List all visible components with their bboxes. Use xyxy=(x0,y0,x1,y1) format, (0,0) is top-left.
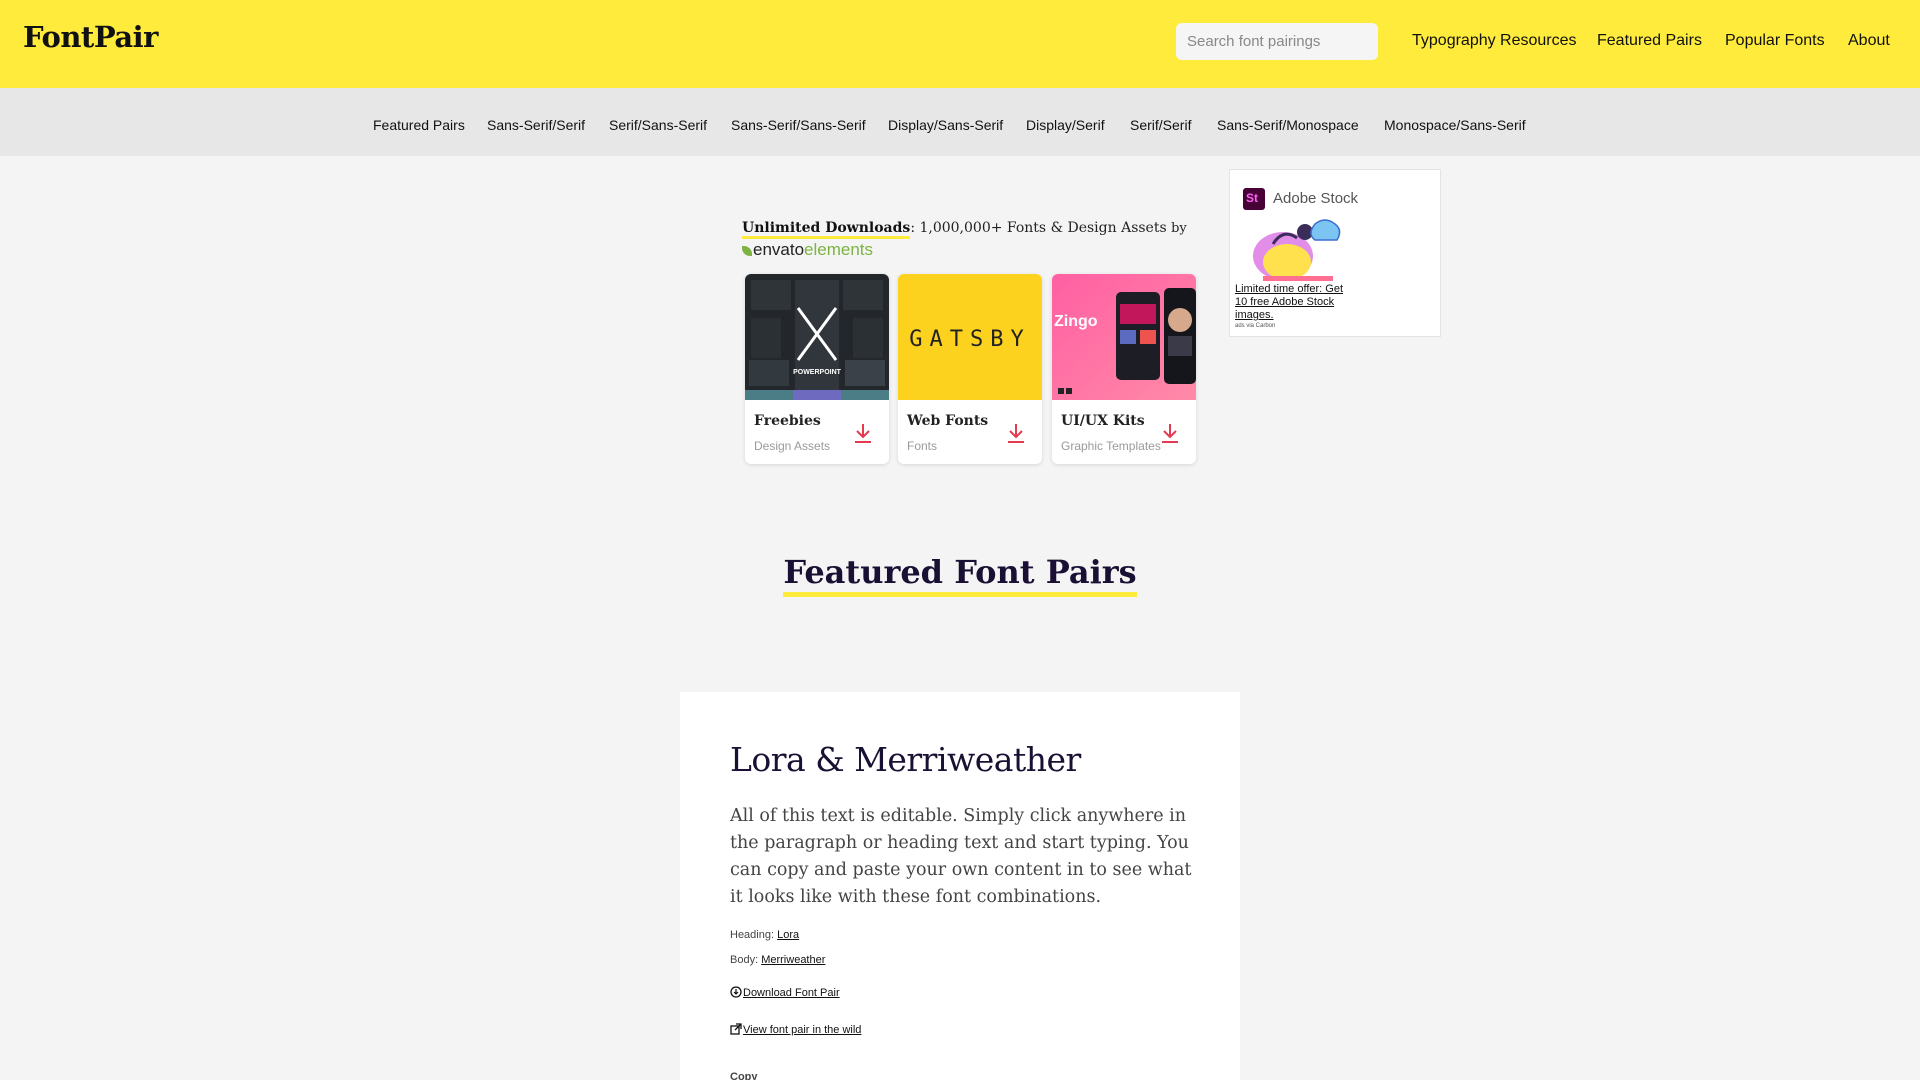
category-display-serif[interactable]: Display/Serif xyxy=(1026,117,1105,133)
card-title: Web Fonts xyxy=(907,413,989,429)
heading-font-info: Heading: Lora xyxy=(730,929,799,941)
category-sans-serif-serif[interactable]: Sans-Serif/Serif xyxy=(487,117,585,133)
ad-via-carbon[interactable]: ads via Carbon xyxy=(1235,323,1275,329)
envato-leaf-icon xyxy=(742,246,752,256)
heading-font-label: Heading: xyxy=(730,929,775,941)
promo-card-ui-ux-kits[interactable]: Zingo UI/UX Kits Graphic Templates xyxy=(1052,274,1196,464)
download-icon[interactable] xyxy=(1006,422,1026,444)
nav-featured-pairs[interactable]: Featured Pairs xyxy=(1597,32,1702,50)
category-monospace-sans-serif[interactable]: Monospace/Sans-Serif xyxy=(1384,117,1526,133)
ad-brand-name: Adobe Stock xyxy=(1273,190,1359,207)
external-link-icon xyxy=(730,1023,742,1035)
promo-unlimited-downloads-link[interactable]: Unlimited Downloads xyxy=(742,220,911,239)
featured-font-pairs-heading: Featured Font Pairs xyxy=(783,552,1137,597)
download-icon[interactable] xyxy=(853,422,873,444)
category-sans-serif-sans-serif[interactable]: Sans-Serif/Sans-Serif xyxy=(731,117,866,133)
ui-ux-kits-thumbnail: Zingo xyxy=(1052,274,1196,400)
card-subtitle: Design Assets xyxy=(754,439,831,453)
nav-typography-resources[interactable]: Typography Resources xyxy=(1412,32,1577,50)
envato-elements-logo[interactable]: envatoelements xyxy=(742,240,873,260)
pair-body-text[interactable]: All of this text is editable. Simply cli… xyxy=(730,803,1200,911)
category-serif-sans-serif[interactable]: Serif/Sans-Serif xyxy=(609,117,707,133)
promo-headline-rest: : 1,000,000+ Fonts & Design Assets xyxy=(910,220,1167,236)
category-sans-serif-monospace[interactable]: Sans-Serif/Monospace xyxy=(1217,117,1359,133)
heading-font-link[interactable]: Lora xyxy=(777,929,799,941)
category-bar: Featured Pairs Sans-Serif/Serif Serif/Sa… xyxy=(0,88,1920,156)
site-logo[interactable]: FontPair xyxy=(23,20,158,54)
ui-ux-kits-image-text: Zingo xyxy=(1054,313,1098,330)
category-featured-pairs[interactable]: Featured Pairs xyxy=(373,117,465,133)
pair-heading[interactable]: Lora & Merriweather xyxy=(730,740,1081,779)
adobe-stock-logo-icon: St xyxy=(1243,188,1265,210)
freebies-thumbnail: POWERPOINT xyxy=(745,274,889,400)
adobe-stock-logo-text: St xyxy=(1246,191,1258,205)
download-icon[interactable] xyxy=(1160,422,1180,444)
body-font-link[interactable]: Merriweather xyxy=(761,954,825,966)
card-title: UI/UX Kits xyxy=(1061,413,1145,429)
download-font-pair-link[interactable]: Download Font Pair xyxy=(743,987,840,999)
body-font-info: Body: Merriweather xyxy=(730,954,825,966)
category-serif-serif[interactable]: Serif/Serif xyxy=(1130,117,1191,133)
download-circle-icon xyxy=(730,986,742,998)
category-display-sans-serif[interactable]: Display/Sans-Serif xyxy=(888,117,1003,133)
view-in-wild[interactable]: View font pair in the wild xyxy=(730,1023,861,1036)
freebies-image-text: POWERPOINT xyxy=(793,369,842,376)
section-title: Featured Font Pairs xyxy=(0,552,1920,597)
envato-logo-part2: elements xyxy=(804,240,874,259)
promo-by: by xyxy=(1171,221,1187,236)
promo-headline: Unlimited Downloads: 1,000,000+ Fonts & … xyxy=(742,220,1187,239)
card-subtitle: Graphic Templates xyxy=(1061,439,1161,453)
promo-card-freebies[interactable]: POWERPOINT Freebies Design Assets xyxy=(745,274,889,464)
card-title: Freebies xyxy=(754,413,821,429)
card-subtitle: Fonts xyxy=(907,439,938,453)
ad-text-link[interactable]: Limited time offer: Get 10 free Adobe St… xyxy=(1235,283,1355,322)
body-font-label: Body: xyxy=(730,954,759,966)
nav-popular-fonts[interactable]: Popular Fonts xyxy=(1725,32,1825,50)
ad-illustration xyxy=(1253,219,1341,281)
font-pair-card: Lora & Merriweather All of this text is … xyxy=(680,692,1240,1080)
web-fonts-thumbnail: GATSBY xyxy=(898,274,1042,400)
copy-button[interactable]: Copy xyxy=(730,1071,758,1080)
download-font-pair[interactable]: Download Font Pair xyxy=(730,986,840,999)
nav-about[interactable]: About xyxy=(1848,32,1890,50)
web-fonts-image-text: GATSBY xyxy=(909,327,1030,352)
envato-logo-part1: envato xyxy=(753,240,805,259)
view-in-wild-link[interactable]: View font pair in the wild xyxy=(743,1024,861,1036)
promo-card-web-fonts[interactable]: GATSBY Web Fonts Fonts xyxy=(898,274,1042,464)
site-header: FontPair Typography Resources Featured P… xyxy=(0,0,1920,88)
search-input[interactable] xyxy=(1176,23,1378,60)
carbon-ad[interactable]: St Adobe Stock Limited time offer: Get 1… xyxy=(1229,169,1441,337)
